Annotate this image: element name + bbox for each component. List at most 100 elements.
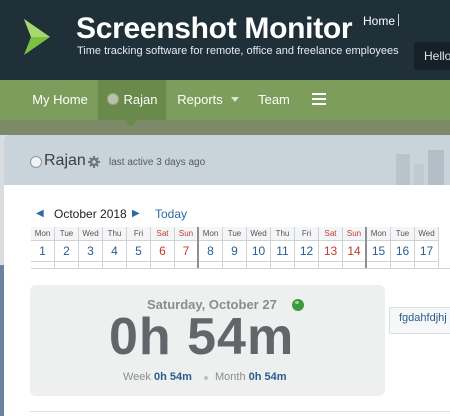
- week-label: Week: [123, 371, 151, 383]
- day-number: 10: [251, 244, 266, 258]
- day-of-week: Wed: [79, 227, 102, 241]
- home-link[interactable]: Home: [363, 14, 395, 28]
- nav-my-home[interactable]: My Home: [22, 80, 98, 120]
- project-name[interactable]: fgdahfdjhj: [399, 312, 450, 324]
- week-total: Week 0h 54m: [123, 371, 192, 383]
- day-activity-bar: [175, 261, 197, 268]
- calendar-day[interactable]: Sun 14: [343, 227, 367, 268]
- last-active-text: last active 3 days ago: [109, 157, 206, 168]
- account-menu[interactable]: Hello: [414, 42, 450, 70]
- logo-icon[interactable]: [22, 17, 52, 57]
- chevron-down-icon: [230, 97, 239, 102]
- month-label: October 2018: [54, 207, 127, 221]
- calendar-day[interactable]: Tue 2: [55, 227, 79, 268]
- month-value: 0h 54m: [248, 371, 287, 383]
- status-dot-icon: [106, 93, 119, 105]
- calendar-day[interactable]: Tue 9: [223, 227, 247, 268]
- day-number: 1: [39, 244, 46, 258]
- day-of-week: Wed: [415, 227, 438, 241]
- nav-reports[interactable]: Reports: [166, 80, 250, 120]
- separator-dot: [204, 376, 208, 380]
- calendar-day[interactable]: Mon 1: [31, 227, 55, 268]
- day-activity-bar: [271, 261, 294, 268]
- nav-rajan[interactable]: Rajan: [98, 80, 166, 120]
- side-accent: [0, 265, 4, 416]
- day-number: 6: [159, 244, 166, 258]
- day-number: 16: [395, 244, 410, 258]
- prev-month-icon[interactable]: ◀: [36, 208, 44, 219]
- day-activity-bar: [319, 261, 342, 268]
- day-of-week: Thu: [271, 227, 294, 241]
- day-activity-bar: [151, 261, 174, 268]
- day-number: 5: [135, 244, 142, 258]
- day-of-week: Sun: [175, 227, 197, 241]
- nav-label: Rajan: [123, 92, 158, 107]
- day-activity-bar: [223, 261, 246, 268]
- calendar-day[interactable]: Thu 4: [103, 227, 127, 268]
- day-activity-bar: [343, 261, 365, 268]
- day-number: 15: [371, 244, 386, 258]
- calendar-day[interactable]: Tue 16: [391, 227, 415, 268]
- day-number: 3: [87, 244, 94, 258]
- day-of-week: Thu: [103, 227, 126, 241]
- brand-name[interactable]: Screenshot Monitor: [76, 13, 353, 45]
- day-number: 9: [231, 244, 238, 258]
- day-activity-bar: [127, 261, 150, 268]
- day-of-week: Sat: [151, 227, 174, 241]
- day-of-week: Mon: [199, 227, 222, 241]
- divider: [398, 14, 399, 26]
- hamburger-menu-icon[interactable]: [312, 93, 326, 105]
- day-activity-bar: [415, 261, 438, 268]
- nav-label: Reports: [177, 92, 223, 107]
- background-illustration: [396, 150, 444, 190]
- day-of-week: Sun: [343, 227, 365, 241]
- day-of-week: Tue: [223, 227, 246, 241]
- calendar-day[interactable]: Fri 12: [295, 227, 319, 268]
- day-activity-bar: [199, 261, 222, 268]
- day-activity-bar: [103, 261, 126, 268]
- day-number: 12: [299, 244, 314, 258]
- day-activity-bar: [31, 261, 54, 268]
- day-activity-bar: [55, 261, 78, 268]
- day-of-week: Wed: [247, 227, 270, 241]
- active-nav-pointer: [124, 120, 138, 127]
- day-activity-bar: [295, 261, 318, 268]
- calendar-day[interactable]: Fri 5: [127, 227, 151, 268]
- day-number: 4: [111, 244, 118, 258]
- day-number: 14: [347, 244, 361, 258]
- day-of-week: Tue: [391, 227, 414, 241]
- day-of-week: Mon: [31, 227, 54, 241]
- day-activity-bar: [391, 261, 414, 268]
- day-of-week: Fri: [127, 227, 150, 241]
- calendar-baseline: [31, 268, 450, 269]
- calendar-day[interactable]: Sat 6: [151, 227, 175, 268]
- calendar-day[interactable]: Sat 13: [319, 227, 343, 268]
- gear-icon[interactable]: [88, 156, 100, 168]
- user-status-icon: [30, 156, 42, 168]
- day-number: 11: [276, 244, 289, 258]
- today-link[interactable]: Today: [155, 207, 187, 221]
- next-month-icon[interactable]: ▶: [132, 208, 140, 219]
- day-number: 2: [63, 244, 70, 258]
- nav-label: My Home: [32, 92, 88, 107]
- day-number: 7: [182, 244, 190, 258]
- day-of-week: Sat: [319, 227, 342, 241]
- divider: [30, 411, 450, 412]
- day-of-week: Tue: [55, 227, 78, 241]
- main-nav: My Home Rajan Reports Team: [0, 80, 450, 120]
- week-value: 0h 54m: [153, 371, 192, 383]
- nav-team[interactable]: Team: [250, 80, 298, 120]
- calendar-day[interactable]: Wed 3: [79, 227, 103, 268]
- day-number: 13: [323, 244, 338, 258]
- calendar-day[interactable]: Wed 10: [247, 227, 271, 268]
- calendar-day[interactable]: Mon 15: [367, 227, 391, 268]
- month-total: Month 0h 54m: [215, 371, 287, 383]
- nav-label: Team: [258, 92, 290, 107]
- calendar-day[interactable]: Thu 11: [271, 227, 295, 268]
- month-label: Month: [215, 371, 246, 383]
- calendar-day[interactable]: Sun 7: [175, 227, 199, 268]
- day-of-week: Mon: [367, 227, 390, 241]
- calendar-day[interactable]: Mon 8: [199, 227, 223, 268]
- calendar-day[interactable]: Wed 17: [415, 227, 439, 268]
- day-activity-bar: [247, 261, 270, 268]
